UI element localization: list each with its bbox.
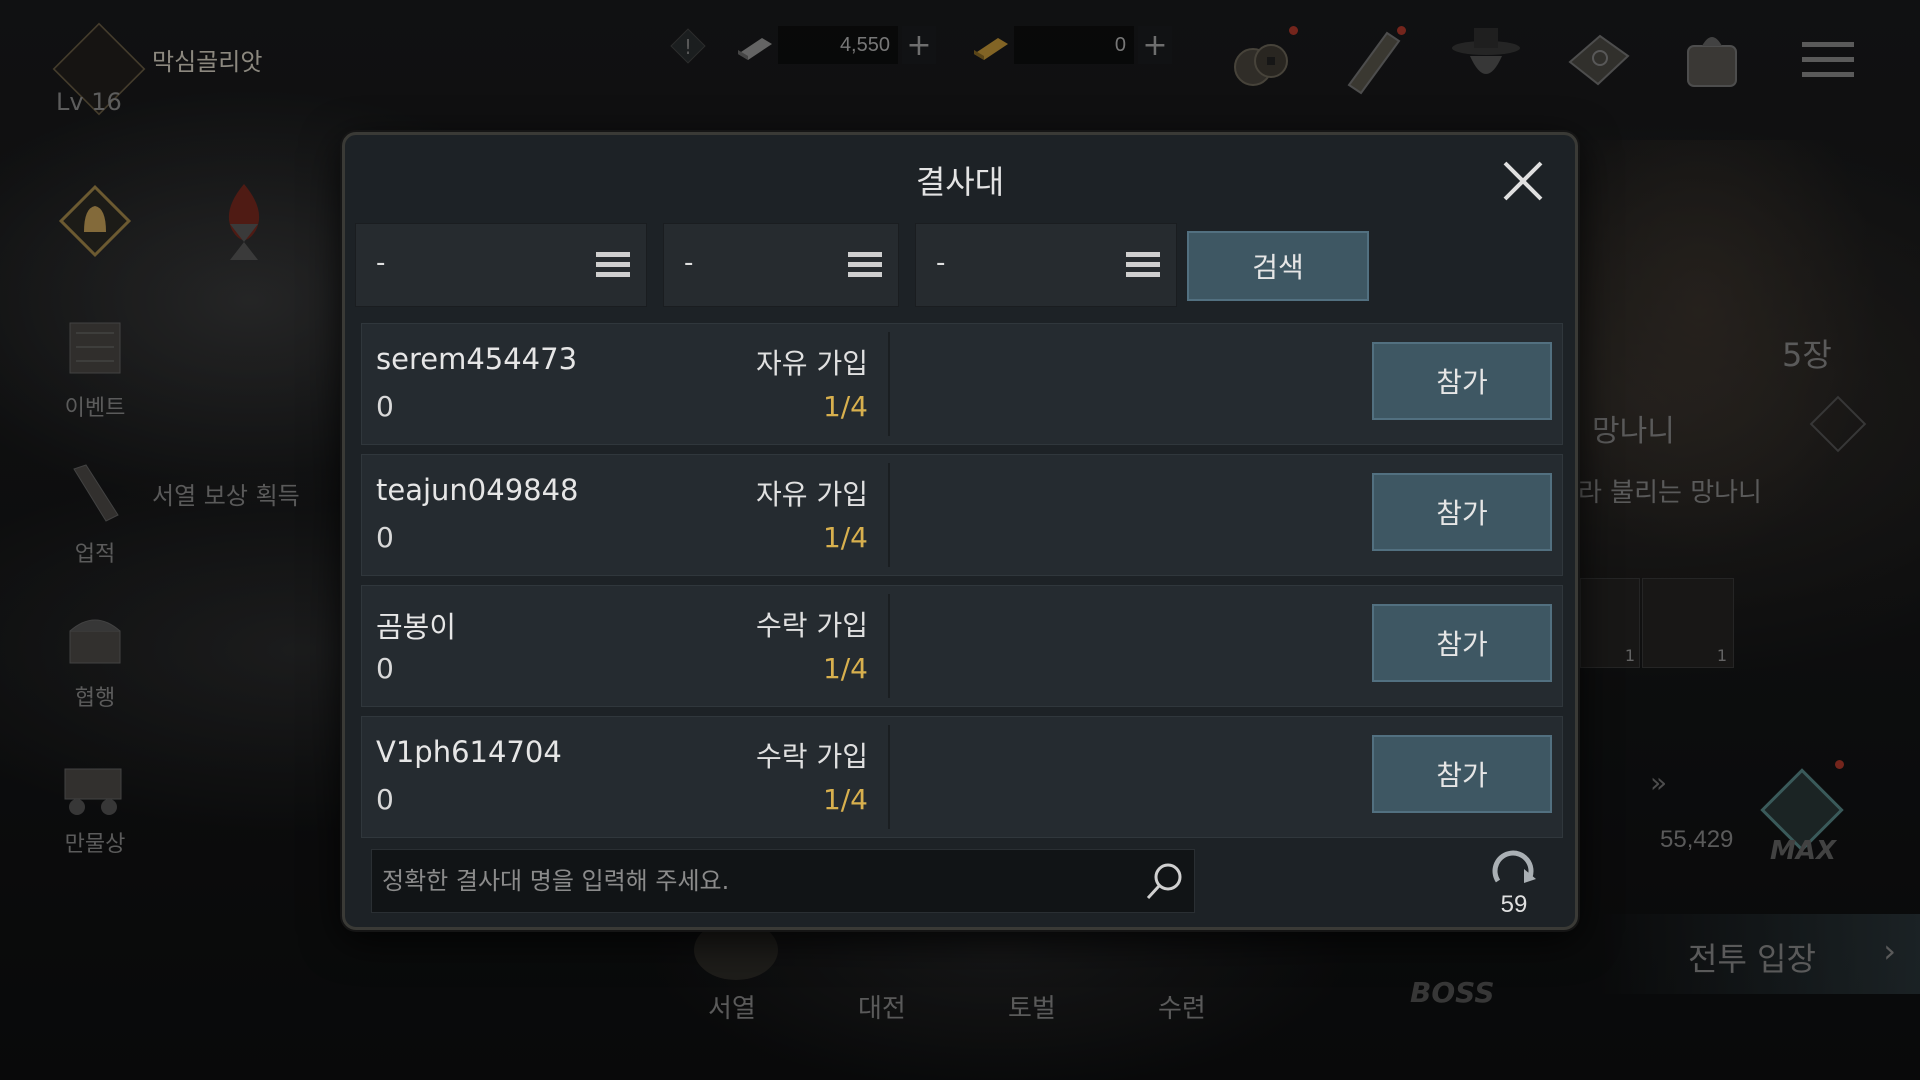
- row-divider: [888, 594, 890, 698]
- modal-title: 결사대: [915, 163, 1005, 201]
- filter-value-3: -: [936, 248, 946, 278]
- member-capacity: 1/4: [822, 652, 868, 685]
- squad-name: serem454473: [376, 342, 578, 376]
- row-divider: [888, 725, 890, 829]
- row-divider: [888, 332, 890, 436]
- close-icon: [1503, 161, 1543, 201]
- squad-name: teajun049848: [376, 473, 579, 507]
- row-divider: [888, 463, 890, 567]
- join-type: 수락 가입: [756, 740, 868, 773]
- member-capacity: 1/4: [822, 783, 868, 816]
- squad-name: V1ph614704: [376, 735, 562, 769]
- squad-row[interactable]: teajun049848 자유 가입 0 1/4 참가: [361, 454, 1563, 576]
- join-button[interactable]: 참가: [1372, 473, 1552, 551]
- member-capacity: 1/4: [822, 390, 868, 423]
- close-button[interactable]: [1497, 155, 1549, 207]
- squad-name-search: [371, 849, 1195, 913]
- filter-dropdown-2[interactable]: -: [663, 223, 899, 307]
- filter-dropdown-1[interactable]: -: [355, 223, 647, 307]
- list-menu-icon: [848, 252, 882, 277]
- join-button[interactable]: 참가: [1372, 604, 1552, 682]
- list-menu-icon: [1126, 252, 1160, 277]
- squad-score: 0: [376, 783, 394, 816]
- squad-name-input[interactable]: [382, 850, 1122, 912]
- filter-value-1: -: [376, 248, 386, 278]
- filter-value-2: -: [684, 248, 694, 278]
- squad-score: 0: [376, 390, 394, 423]
- join-type: 수락 가입: [756, 609, 868, 642]
- join-button[interactable]: 참가: [1372, 342, 1552, 420]
- squad-score: 0: [376, 652, 394, 685]
- squad-row[interactable]: serem454473 자유 가입 0 1/4 참가: [361, 323, 1563, 445]
- join-type: 자유 가입: [756, 347, 868, 380]
- search-button[interactable]: 검색: [1187, 231, 1369, 301]
- join-type: 자유 가입: [756, 478, 868, 511]
- list-menu-icon: [596, 252, 630, 277]
- refresh-button[interactable]: 59: [1479, 847, 1549, 923]
- squad-score: 0: [376, 521, 394, 554]
- squad-row[interactable]: 곰봉이 수락 가입 0 1/4 참가: [361, 585, 1563, 707]
- squad-name: 곰봉이: [376, 610, 457, 644]
- filter-dropdown-3[interactable]: -: [915, 223, 1177, 307]
- squad-modal: 결사대 - - - 검색 serem454473 자유 가입 0 1/4 참가 …: [342, 132, 1578, 930]
- join-button[interactable]: 참가: [1372, 735, 1552, 813]
- member-capacity: 1/4: [822, 521, 868, 554]
- squad-row[interactable]: V1ph614704 수락 가입 0 1/4 참가: [361, 716, 1563, 838]
- refresh-icon: [1492, 850, 1536, 883]
- refresh-count: 59: [1500, 891, 1528, 918]
- search-icon[interactable]: [1142, 860, 1186, 904]
